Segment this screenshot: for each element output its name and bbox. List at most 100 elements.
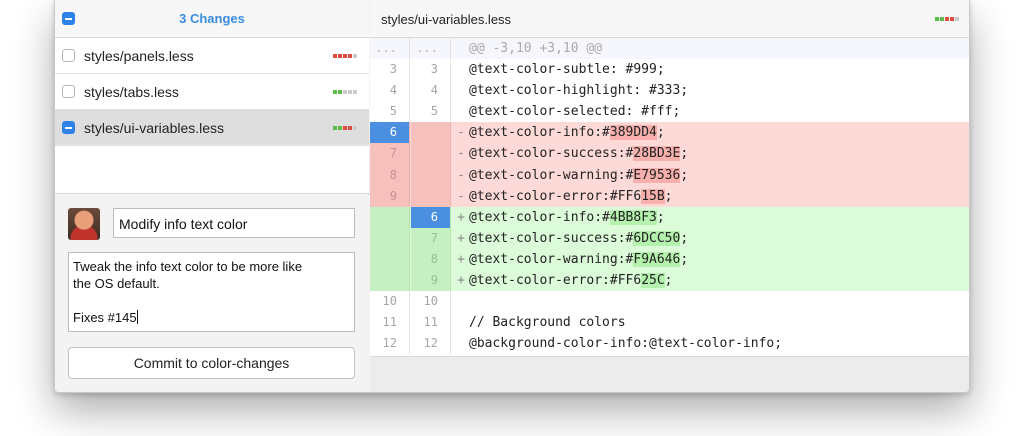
code-text: @text-color-selected: #fff; [469,104,681,120]
stat-block [353,54,357,58]
old-line-number[interactable]: 3 [370,59,410,81]
code-text: @text-color-info:# [469,125,610,141]
file-list-item[interactable]: styles/tabs.less [55,74,369,110]
new-line-number[interactable]: 9 [411,270,451,292]
changes-count-title: 3 Changes [179,11,245,26]
new-line-number[interactable]: 10 [411,291,451,313]
diff-footer [370,356,969,392]
new-line-number[interactable]: 8 [411,248,451,271]
diff-panel: styles/ui-variables.less ...... @@ -3,10 … [370,0,969,392]
new-line-number[interactable] [411,143,451,165]
new-line-number[interactable]: 3 [411,59,451,81]
old-line-number[interactable] [370,270,410,292]
commit-button[interactable]: Commit to color-changes [68,347,355,379]
diff-line[interactable]: 8 - @text-color-warning:#E79536; [370,164,969,186]
new-line-number[interactable] [411,164,451,186]
old-line-number[interactable] [370,227,410,249]
diff-line-marker: + [457,273,465,289]
code-text-suffix: ; [656,125,665,141]
code-text: @text-color-subtle: #999; [469,62,665,78]
diff-line[interactable]: 3 3 @text-color-subtle: #999; [370,59,969,81]
diff-line[interactable]: 7 + @text-color-success:#6DCC50; [370,227,969,249]
file-name: styles/panels.less [84,48,194,64]
old-line-number[interactable]: 6 [370,122,410,144]
file-diff-stat [333,126,357,130]
old-line-number[interactable]: 9 [370,185,410,207]
diff-line-code: - @text-color-warning:#E79536; [453,165,969,186]
app-window: 3 Changes styles/panels.less styles/tabs.… [54,0,970,393]
diff-line[interactable]: 9 - @text-color-error:#FF615B; [370,185,969,207]
old-line-number[interactable]: 11 [370,312,410,334]
diff-line[interactable]: 11 11 // Background colors [370,312,969,334]
new-line-number[interactable] [411,122,451,144]
diff-line-code: - @text-color-success:#28BD3E; [453,143,969,164]
diff-view[interactable]: ...... @@ -3,10 +3,10 @@ 3 3 @text-color-sub… [370,38,969,356]
code-text: // Background colors [469,315,626,331]
file-name: styles/tabs.less [84,84,179,100]
changes-header: 3 Changes [55,0,369,38]
commit-summary-input[interactable]: Modify info text color [113,208,355,238]
old-line-number[interactable]: 5 [370,101,410,123]
diff-line[interactable]: 4 4 @text-color-highlight: #333; [370,80,969,102]
stat-block [348,126,352,130]
new-line-number[interactable]: 4 [411,80,451,102]
code-text: @@ -3,10 +3,10 @@ [469,41,603,56]
file-include-checkbox[interactable] [62,49,75,62]
stat-block [333,126,337,130]
diff-line-code: @text-color-subtle: #999; [453,59,969,80]
code-text: @text-color-warning:# [469,167,634,183]
diff-line[interactable]: 7 - @text-color-success:#28BD3E; [370,143,969,165]
diff-line-code: + @text-color-warning:#F9A646; [453,249,969,270]
new-line-number[interactable]: 7 [411,227,451,249]
new-line-number[interactable]: ... [411,38,451,60]
code-text: @text-color-success:# [469,230,634,246]
diff-line-marker: + [457,230,465,246]
code-text-suffix: ; [680,167,689,183]
new-line-number[interactable]: 6 [411,206,451,228]
old-line-number[interactable]: 12 [370,333,410,355]
commit-description-input[interactable]: Tweak the info text color to be more lik… [68,252,355,332]
new-line-number[interactable]: 5 [411,101,451,123]
code-text: @text-color-info:# [469,209,610,225]
file-include-checkbox[interactable] [62,85,75,98]
diff-line[interactable]: 5 5 @text-color-selected: #fff; [370,101,969,123]
diff-line[interactable]: 10 10 [370,291,969,313]
file-list-item[interactable]: styles/ui-variables.less [55,110,369,146]
diff-line[interactable]: 12 12 @background-color-info:@text-color-i… [370,333,969,355]
diff-line-marker: + [457,209,465,225]
diff-line-code: @background-color-info:@text-color-info; [453,333,969,354]
old-line-number[interactable]: 8 [370,164,410,186]
new-line-number[interactable] [411,185,451,207]
code-text: @text-color-highlight: #333; [469,83,689,99]
file-list-item[interactable]: styles/panels.less [55,38,369,74]
diff-line-code: @text-color-selected: #fff; [453,101,969,122]
user-avatar [68,208,100,240]
diff-line[interactable]: 6 + @text-color-info:#4BB8F3; [370,206,969,228]
old-line-number[interactable]: ... [370,38,410,60]
diff-line[interactable]: ...... @@ -3,10 +3,10 @@ [370,38,969,60]
stat-block [945,17,949,21]
diff-line[interactable]: 9 + @text-color-error:#FF625C; [370,270,969,292]
commit-description-text: Tweak the info text color to be more lik… [73,259,303,325]
file-include-checkbox[interactable] [62,121,75,134]
changed-token: 25C [641,273,665,289]
code-text-suffix: ; [680,230,689,246]
new-line-number[interactable]: 11 [411,312,451,334]
stat-block [338,126,342,130]
old-line-number[interactable]: 4 [370,80,410,102]
old-line-number[interactable] [370,248,410,271]
code-text-suffix: ; [664,273,673,289]
old-line-number[interactable]: 10 [370,291,410,313]
diff-line[interactable]: 6 - @text-color-info:#389DD4; [370,122,969,144]
file-diff-stat [333,54,357,58]
old-line-number[interactable] [370,206,410,228]
diff-line-marker: - [457,125,465,141]
commit-form: Modify info text color Tweak the info te… [55,195,369,392]
new-line-number[interactable]: 12 [411,333,451,355]
stat-block [333,90,337,94]
changed-token: F9A646 [633,251,681,267]
stat-block [333,54,337,58]
old-line-number[interactable]: 7 [370,143,410,165]
code-text: @text-color-warning:# [469,251,634,267]
diff-line[interactable]: 8 + @text-color-warning:#F9A646; [370,248,969,271]
